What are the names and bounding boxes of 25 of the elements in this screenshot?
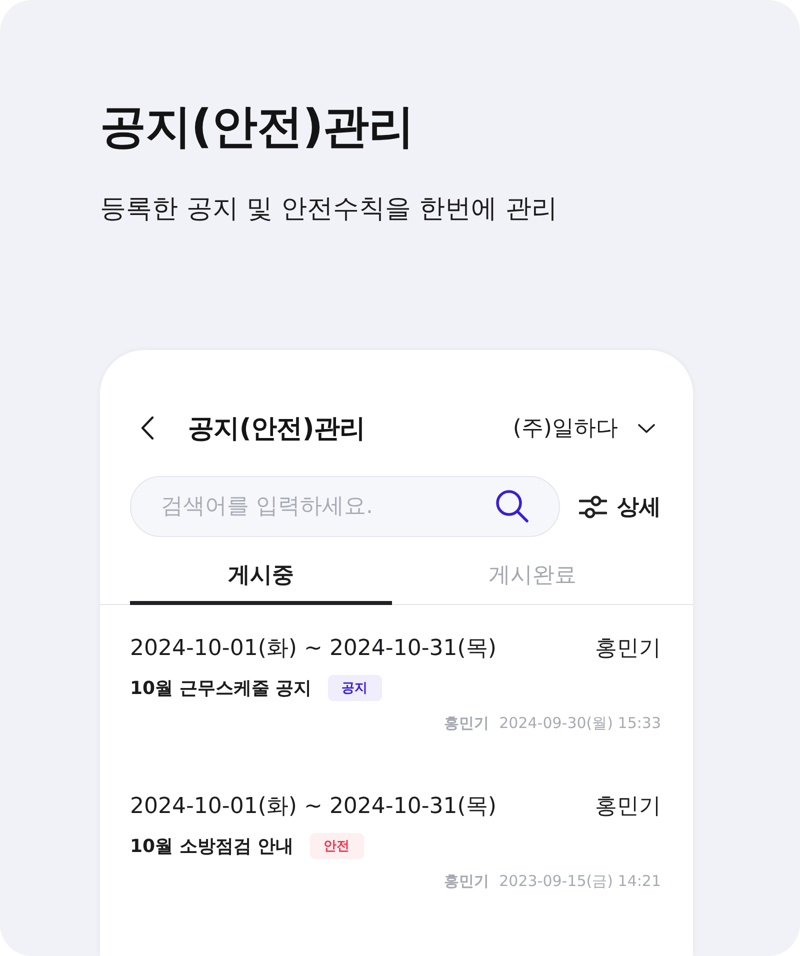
- post-manager: 홍민기: [595, 635, 661, 663]
- post-list-item[interactable]: 2024-10-01(화) ~ 2024-10-31(목) 홍민기 10월 근무스케줄 공지 공지 홍민기 2024-09-30(월) 15:33: [100, 605, 693, 763]
- screen-title: 공지(안전)관리: [188, 412, 366, 446]
- post-manager: 홍민기: [595, 793, 661, 821]
- chevron-down-icon: [638, 424, 655, 432]
- post-period: 2024-10-01(화) ~ 2024-10-31(목): [130, 635, 496, 663]
- sliders-icon: [579, 494, 607, 518]
- post-title: 10월 소방점검 안내: [130, 835, 294, 858]
- post-author: 홍민기: [444, 714, 490, 732]
- search-icon[interactable]: [495, 489, 529, 523]
- tab[interactable]: 게시중: [130, 555, 392, 605]
- page-title: 공지(안전)관리: [100, 98, 414, 155]
- filter-button[interactable]: 상세: [579, 492, 661, 522]
- page-subtitle: 등록한 공지 및 안전수칙을 한번에 관리: [100, 193, 558, 226]
- post-date: 2024-09-30(월) 15:33: [499, 714, 661, 732]
- post-category-tag: 안전: [310, 833, 364, 859]
- company-dropdown[interactable]: (주)일하다: [512, 413, 655, 443]
- back-chevron-icon: [140, 416, 154, 440]
- post-author: 홍민기: [444, 872, 490, 890]
- post-category-tag: 공지: [328, 675, 382, 701]
- post-list-item[interactable]: 2024-10-01(화) ~ 2024-10-31(목) 홍민기 10월 소방점검 안내 안전 홍민기 2023-09-15(금) 14:21: [100, 763, 693, 921]
- search-field[interactable]: 검색어를 입력하세요.: [130, 476, 560, 537]
- post-period: 2024-10-01(화) ~ 2024-10-31(목): [130, 793, 496, 821]
- post-date: 2023-09-15(금) 14:21: [499, 872, 661, 890]
- post-title: 10월 근무스케줄 공지: [130, 677, 312, 700]
